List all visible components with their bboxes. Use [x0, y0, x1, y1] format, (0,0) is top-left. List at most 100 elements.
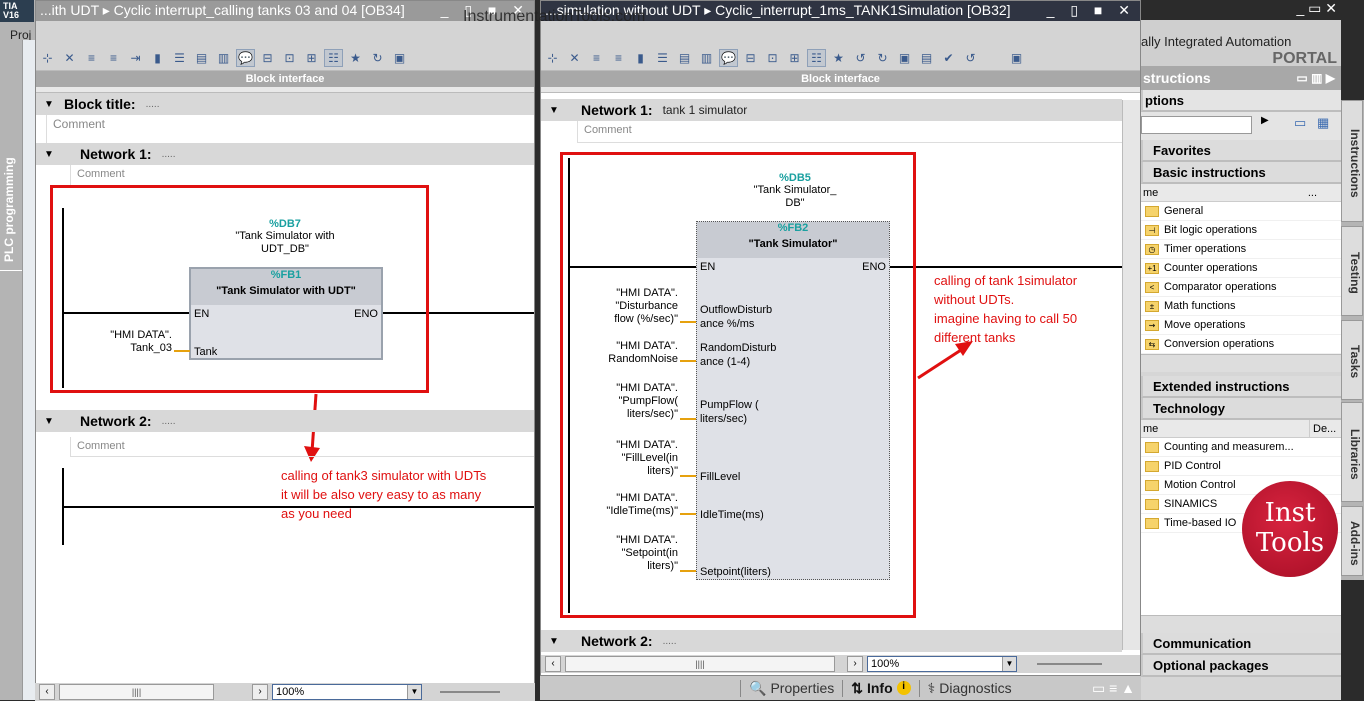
insert-network-icon[interactable]: ⊹ [38, 49, 57, 67]
zoom-slider[interactable] [1037, 663, 1102, 665]
block-comment[interactable]: Comment [46, 115, 534, 143]
view-icon[interactable]: ▭ [1294, 115, 1306, 131]
collapse-icon[interactable]: ▼ [549, 636, 559, 647]
column-name[interactable]: me... [1141, 184, 1341, 202]
show-list-icon[interactable]: ☰ [170, 49, 189, 67]
list-item[interactable]: PID Control [1141, 457, 1341, 476]
network-1-comment[interactable]: Comment [70, 165, 534, 185]
section-extended-instructions[interactable]: Extended instructions [1141, 376, 1341, 398]
collapse-icon[interactable]: ▼ [549, 105, 559, 116]
scroll-left-button[interactable]: ‹ [39, 684, 55, 700]
tag-info-icon[interactable]: ⊡ [763, 49, 782, 67]
list-item[interactable]: +1 Counter operations [1141, 259, 1341, 278]
network-1-header[interactable]: ▼ Network 1: ..... [36, 143, 534, 165]
list-item[interactable]: General [1141, 202, 1341, 221]
column-name[interactable]: me De... [1141, 420, 1341, 438]
section-basic-instructions[interactable]: Basic instructions [1141, 162, 1341, 184]
collapse-icon[interactable]: ▼ [44, 99, 54, 110]
horizontal-scrollbar[interactable]: |||| [59, 684, 214, 700]
network-2-comment[interactable]: Comment [70, 437, 534, 457]
zoom-slider[interactable] [440, 691, 500, 693]
collapse-icon[interactable]: ▼ [44, 416, 54, 427]
network-1-header[interactable]: ▼ Network 1: tank 1 simulator [541, 99, 1122, 121]
list-item[interactable]: < Comparator operations [1141, 278, 1341, 297]
snapshot-icon[interactable]: ▣ [895, 49, 914, 67]
block-interface-bar[interactable]: Block interface [36, 71, 534, 87]
window-icon[interactable]: ▤ [675, 49, 694, 67]
plc-programming-tab[interactable]: PLC programming [2, 150, 22, 270]
vtab-instructions[interactable]: Instructions [1341, 100, 1363, 222]
interface-splitter[interactable] [36, 87, 534, 93]
instruction-search-input[interactable] [1141, 116, 1252, 134]
delete-network-icon[interactable]: ✕ [60, 49, 79, 67]
database-icon[interactable]: ▮ [631, 49, 650, 67]
network-view-icon[interactable]: ☷ [807, 49, 826, 67]
network-2-header[interactable]: ▼ Network 2: ..... [541, 630, 1122, 652]
monitor-stop-icon[interactable]: ↻ [873, 49, 892, 67]
show-list-icon[interactable]: ☰ [653, 49, 672, 67]
operand-icon[interactable]: ⊟ [258, 49, 277, 67]
section-communication[interactable]: Communication [1141, 633, 1341, 655]
zoom-select[interactable]: 100% ▼ [867, 656, 1017, 672]
abs-operand-icon[interactable]: ⊞ [785, 49, 804, 67]
delete-network-icon[interactable]: ✕ [565, 49, 584, 67]
network-view-icon[interactable]: ☷ [324, 49, 343, 67]
panel-icon[interactable]: ▥ [214, 49, 233, 67]
horizontal-scrollbar[interactable]: |||| [565, 656, 835, 672]
monitor-off-icon[interactable]: ↺ [851, 49, 870, 67]
section-favorites[interactable]: Favorites [1141, 140, 1341, 162]
vtab-tasks[interactable]: Tasks [1341, 320, 1363, 400]
horizontal-scrollbar[interactable] [1141, 354, 1341, 372]
comments-icon[interactable]: 💬 [719, 49, 738, 67]
insert-row-icon[interactable]: ≡ [587, 49, 606, 67]
tab-properties[interactable]: 🔍 Properties [740, 679, 842, 697]
list-item[interactable]: ◷ Timer operations [1141, 240, 1341, 259]
scroll-right-button[interactable]: › [847, 656, 863, 672]
window-controls[interactable]: _ ▭ ✕ [1141, 0, 1341, 20]
vtab-testing[interactable]: Testing [1341, 226, 1363, 316]
favorites-icon[interactable]: ★ [346, 49, 365, 67]
list-view-icon[interactable]: ▦ [1317, 115, 1329, 131]
block-interface-bar[interactable]: Block interface [541, 71, 1140, 87]
window-controls[interactable]: _ ▯ ■ ✕ [1047, 1, 1136, 19]
compile-icon[interactable]: ✔ [939, 49, 958, 67]
block-interface-icon[interactable]: ▣ [390, 49, 409, 67]
interface-splitter[interactable] [541, 87, 1140, 93]
panel-icon[interactable]: ▥ [697, 49, 716, 67]
tab-diagnostics[interactable]: ⚕ Diagnostics [918, 679, 1020, 697]
list-item[interactable]: ⊣ Bit logic operations [1141, 221, 1341, 240]
list-item[interactable]: Counting and measurem... [1141, 438, 1341, 457]
call-icon[interactable]: ↺ [961, 49, 980, 67]
network-1-title[interactable]: tank 1 simulator [663, 103, 748, 117]
network-1-comment[interactable]: Comment [577, 121, 1122, 143]
add-row-icon[interactable]: ≡ [609, 49, 628, 67]
tag-info-icon[interactable]: ⊡ [280, 49, 299, 67]
zoom-select[interactable]: 100% ▼ [272, 684, 422, 700]
abs-operand-icon[interactable]: ⊞ [302, 49, 321, 67]
download-icon[interactable]: ⇥ [126, 49, 145, 67]
scroll-right-button[interactable]: › [252, 684, 268, 700]
block-interface-icon[interactable]: ▣ [1007, 49, 1026, 67]
collapse-icon[interactable]: ▼ [44, 149, 54, 160]
network-2-header[interactable]: ▼ Network 2: ..... [36, 410, 534, 432]
database-icon[interactable]: ▮ [148, 49, 167, 67]
play-icon[interactable]: ▶ [1261, 115, 1269, 126]
favorites-icon[interactable]: ★ [829, 49, 848, 67]
horizontal-scrollbar[interactable] [1141, 615, 1341, 633]
call-icon[interactable]: ↻ [368, 49, 387, 67]
section-technology[interactable]: Technology [1141, 398, 1341, 420]
scroll-left-button[interactable]: ‹ [545, 656, 561, 672]
comments-icon[interactable]: 💬 [236, 49, 255, 67]
vtab-libraries[interactable]: Libraries [1341, 402, 1363, 502]
list-item[interactable]: ± Math functions [1141, 297, 1341, 316]
block-title-header[interactable]: ▼ Block title: ..... [36, 93, 534, 115]
section-optional-packages[interactable]: Optional packages [1141, 655, 1341, 677]
list-item[interactable]: ⇝ Move operations [1141, 316, 1341, 335]
window-icon[interactable]: ▤ [192, 49, 211, 67]
vertical-scrollbar[interactable] [1122, 100, 1140, 650]
options-section[interactable]: ptions [1141, 90, 1341, 112]
operand-icon[interactable]: ⊟ [741, 49, 760, 67]
panel-layout-icons[interactable]: ▭ ▥ ▶ [1296, 66, 1335, 90]
add-row-icon[interactable]: ≡ [104, 49, 123, 67]
vtab-add-ins[interactable]: Add-ins [1341, 506, 1363, 576]
